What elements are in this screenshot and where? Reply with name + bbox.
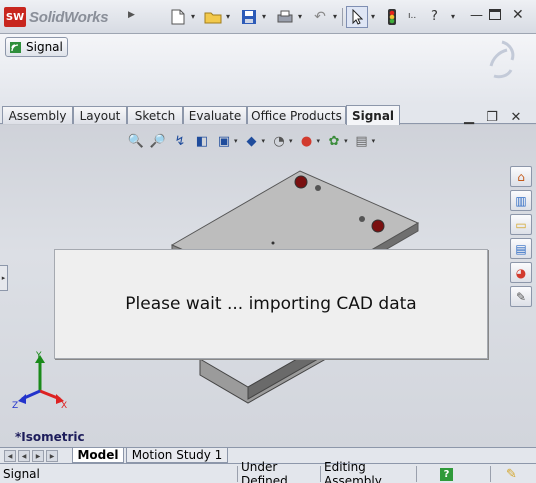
doc-close-icon[interactable]: ✕ <box>508 110 524 125</box>
mount-hole <box>271 241 275 245</box>
print-dropdown-icon[interactable]: ▾ <box>298 12 302 21</box>
select-button[interactable] <box>346 6 368 28</box>
new-document-icon <box>171 9 185 25</box>
signal-command-label: Signal <box>26 40 63 54</box>
status-help-icon[interactable]: ? <box>440 467 453 481</box>
mount-hole <box>315 185 321 191</box>
import-progress-message: Please wait ... importing CAD data <box>125 294 417 314</box>
status-document: Signal <box>3 467 40 481</box>
doc-restore-icon[interactable]: ❐ <box>484 110 500 125</box>
ds-watermark-icon <box>482 36 522 96</box>
mount-hole <box>371 219 385 233</box>
file-explorer-icon[interactable]: ▭ <box>510 214 532 235</box>
maximize-window-icon[interactable] <box>489 9 501 20</box>
command-tabs: Assembly Layout Sketch Evaluate Office P… <box>0 104 536 125</box>
tab-layout[interactable]: Layout <box>73 106 127 124</box>
view-orientation-label: *Isometric <box>15 430 85 444</box>
undo-dropdown-icon[interactable]: ▾ <box>333 12 337 21</box>
tab-model[interactable]: Model <box>72 448 124 463</box>
solidworks-mark-icon: SW <box>4 7 26 27</box>
custom-properties-icon[interactable]: ✎ <box>510 286 532 307</box>
traffic-light-icon <box>388 9 396 25</box>
status-help-slot: ? <box>416 466 486 482</box>
design-library-icon[interactable]: ▥ <box>510 190 532 211</box>
status-tag-slot: ✎ <box>490 466 536 482</box>
mount-hole <box>359 216 365 222</box>
status-mode: Editing Assembly <box>320 460 414 483</box>
command-manager: Signal <box>0 34 536 104</box>
next-tab-icon[interactable]: ▶ <box>32 450 44 462</box>
appearances-icon[interactable]: ◕ <box>510 262 532 283</box>
mount-hole <box>294 175 308 189</box>
feature-tree-expand-icon[interactable]: ▸ <box>0 265 8 291</box>
toolbar-overflow[interactable]: ı.. <box>408 11 416 21</box>
close-window-icon[interactable]: ✕ <box>512 7 524 23</box>
tab-evaluate[interactable]: Evaluate <box>183 106 247 124</box>
status-bar: Signal Under Defined Editing Assembly ? … <box>0 460 536 483</box>
tab-signal[interactable]: Signal <box>346 105 400 125</box>
cursor-arrow-icon <box>352 9 363 25</box>
first-tab-icon[interactable]: ◀ <box>4 450 16 462</box>
save-icon <box>242 10 256 24</box>
folder-icon <box>204 12 222 24</box>
reference-triad: Y X Z <box>12 351 67 411</box>
rebuild-button[interactable] <box>384 6 400 28</box>
title-bar: SW SolidWorks ▶ ▾ ▾ ▾ ▾ ↶ ▾ ▾ ı.. ? ▾ — … <box>0 0 536 34</box>
tab-assembly[interactable]: Assembly <box>2 106 73 124</box>
tab-sketch[interactable]: Sketch <box>127 106 183 124</box>
undo-icon: ↶ <box>314 9 326 25</box>
printer-icon <box>277 10 293 23</box>
tab-office-products[interactable]: Office Products <box>247 106 346 124</box>
app-name: SolidWorks <box>29 8 109 26</box>
minimize-window-icon[interactable]: — <box>470 8 483 23</box>
import-progress-dialog: Please wait ... importing CAD data <box>54 249 488 359</box>
new-document-button[interactable] <box>168 6 188 28</box>
triad-x-label: X <box>61 401 67 411</box>
solidworks-logo[interactable]: SW SolidWorks <box>4 6 134 28</box>
prev-tab-icon[interactable]: ◀ <box>18 450 30 462</box>
doc-minimize-icon[interactable]: ▁ <box>461 110 477 125</box>
triad-z-label: Z <box>12 401 18 411</box>
undo-button[interactable]: ↶ <box>310 6 330 28</box>
home-icon[interactable]: ⌂ <box>510 166 532 187</box>
print-button[interactable] <box>275 6 295 28</box>
help-button[interactable]: ? <box>431 9 438 24</box>
new-document-dropdown-icon[interactable]: ▾ <box>191 12 195 21</box>
save-button[interactable] <box>239 6 259 28</box>
view-palette-icon[interactable]: ▤ <box>510 238 532 259</box>
toolbar-separator <box>342 8 343 26</box>
tab-motion-study[interactable]: Motion Study 1 <box>126 448 228 463</box>
last-tab-icon[interactable]: ▶ <box>46 450 58 462</box>
open-button[interactable] <box>203 6 223 28</box>
graphics-area[interactable]: 🔍 🔎 ↯ ◧ ▣ ▾ ◆ ▾ ◔ ▾ ● ▾ ✿ ▾ ▤ ▾ ▸ Please… <box>0 125 536 447</box>
save-dropdown-icon[interactable]: ▾ <box>262 12 266 21</box>
help-dropdown-icon[interactable]: ▾ <box>451 12 455 21</box>
select-dropdown-icon[interactable]: ▾ <box>371 12 375 21</box>
signal-command-button[interactable]: Signal <box>5 37 68 57</box>
open-dropdown-icon[interactable]: ▾ <box>226 12 230 21</box>
tag-icon[interactable]: ✎ <box>506 467 517 482</box>
menu-expand-icon[interactable]: ▶ <box>128 10 138 24</box>
signal-icon <box>10 41 21 53</box>
status-definition: Under Defined <box>237 460 315 483</box>
task-pane: ⌂ ▥ ▭ ▤ ◕ ✎ <box>510 166 534 308</box>
triad-y-label: Y <box>35 351 42 361</box>
